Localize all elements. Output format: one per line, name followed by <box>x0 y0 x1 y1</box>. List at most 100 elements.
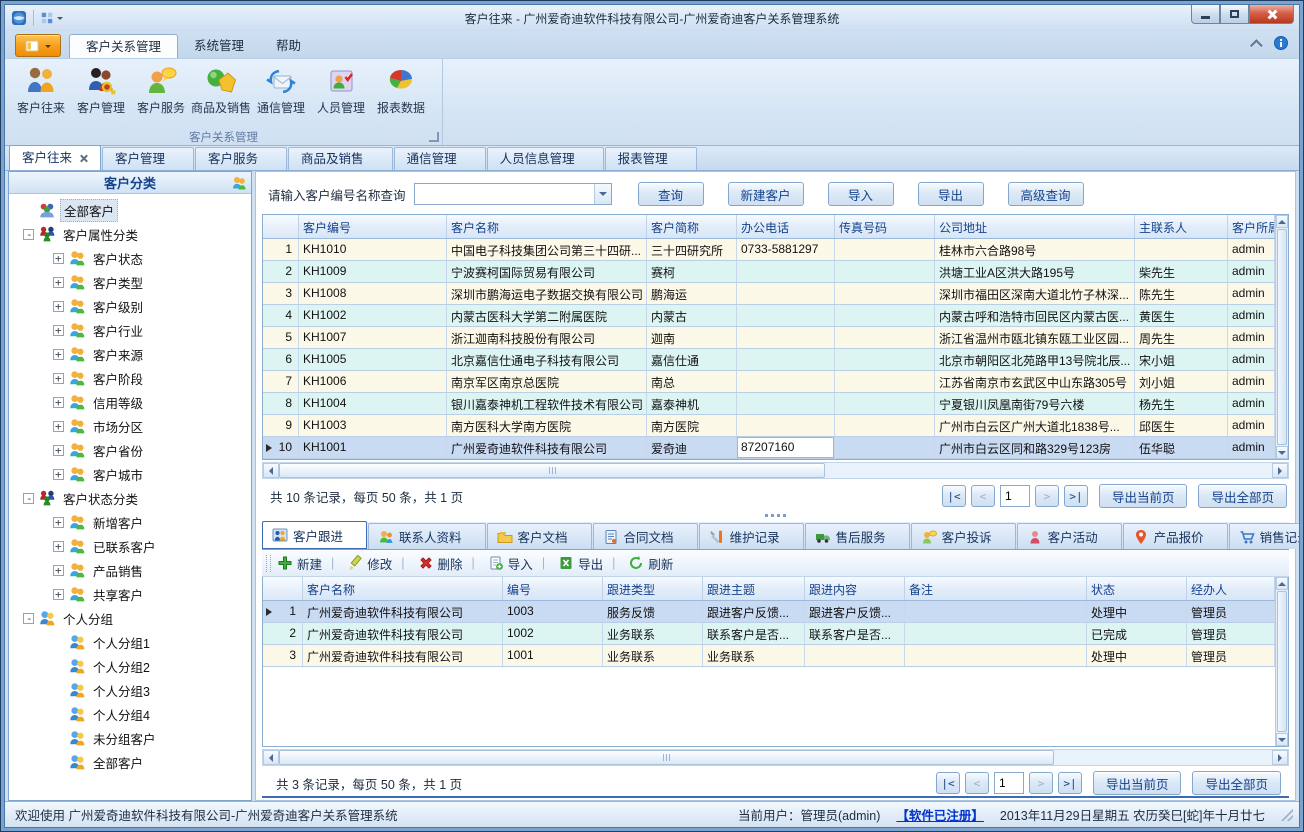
page-number-input[interactable] <box>1000 485 1030 507</box>
ribbon-button[interactable]: 客户服务 <box>131 62 191 119</box>
column-header[interactable]: 编号 <box>503 577 603 600</box>
table-cell[interactable]: 管理员 <box>1187 601 1275 622</box>
vertical-scrollbar[interactable] <box>1275 215 1288 459</box>
tree-expander-icon[interactable] <box>53 589 64 600</box>
detail-tab[interactable]: 客户文档 <box>487 523 592 549</box>
table-cell[interactable] <box>835 261 935 282</box>
table-cell[interactable] <box>835 349 935 370</box>
column-header[interactable]: 客户简称 <box>647 215 737 238</box>
scroll-left-icon[interactable] <box>263 750 279 765</box>
table-cell[interactable]: 联系客户是否... <box>805 623 905 644</box>
table-cell[interactable] <box>835 371 935 392</box>
column-header[interactable]: 跟进内容 <box>805 577 905 600</box>
scroll-right-icon[interactable] <box>1272 463 1288 478</box>
table-cell[interactable]: 桂林市六合路98号 <box>935 239 1135 260</box>
table-cell[interactable]: 广州爱奇迪软件科技有限公司 <box>303 645 503 666</box>
tree-expander-icon[interactable] <box>53 301 64 312</box>
collapse-ribbon-icon[interactable] <box>1250 39 1263 52</box>
table-cell[interactable] <box>905 623 1087 644</box>
table-row[interactable]: 6 KH1005北京嘉信仕通电子科技有限公司嘉信仕通北京市朝阳区北苑路甲13号院… <box>263 349 1275 371</box>
table-row[interactable]: 1 KH1010中国电子科技集团公司第三十四研...三十四研究所0733-588… <box>263 239 1275 261</box>
detail-tab[interactable]: 合同文档 <box>593 523 698 549</box>
tree-expander-icon[interactable] <box>53 541 64 552</box>
table-row[interactable]: 7 KH1006南京军区南京总医院南总江苏省南京市玄武区中山东路305号刘小姐a… <box>263 371 1275 393</box>
minimize-button[interactable] <box>1191 5 1220 24</box>
horizontal-scrollbar[interactable] <box>262 462 1289 479</box>
table-cell[interactable]: 跟进客户反馈... <box>703 601 805 622</box>
table-cell[interactable]: 南总 <box>647 371 737 392</box>
table-row[interactable]: 3 广州爱奇迪软件科技有限公司1001业务联系业务联系处理中管理员 <box>263 645 1275 667</box>
table-cell[interactable]: 中国电子科技集团公司第三十四研... <box>447 239 647 260</box>
table-cell[interactable] <box>835 437 935 458</box>
toolbar-button[interactable]: 导出 <box>533 554 603 573</box>
detail-tab[interactable]: 售后服务 <box>805 523 910 549</box>
table-cell[interactable] <box>835 283 935 304</box>
table-cell[interactable]: KH1005 <box>299 349 447 370</box>
table-cell[interactable]: admin <box>1228 415 1275 436</box>
table-cell[interactable]: 浙江迦南科技股份有限公司 <box>447 327 647 348</box>
scroll-up-icon[interactable] <box>1276 577 1288 590</box>
table-cell[interactable] <box>905 645 1087 666</box>
first-page-button[interactable]: |< <box>942 485 966 507</box>
table-cell[interactable] <box>835 305 935 326</box>
tree-item[interactable]: 全部客户 <box>9 198 251 222</box>
tree-item[interactable]: 已联系客户 <box>9 534 251 558</box>
table-row[interactable]: 8 KH1004银川嘉泰神机工程软件技术有限公司嘉泰神机宁夏银川凤凰南街79号六… <box>263 393 1275 415</box>
detail-tab[interactable]: 产品报价 <box>1123 523 1228 549</box>
tree-item[interactable]: 客户来源 <box>9 342 251 366</box>
table-cell[interactable]: 北京嘉信仕通电子科技有限公司 <box>447 349 647 370</box>
close-button[interactable] <box>1249 5 1294 24</box>
table-cell[interactable]: 1002 <box>503 623 603 644</box>
table-cell[interactable] <box>737 415 835 436</box>
registration-link[interactable]: 【软件已注册】 <box>896 805 984 824</box>
table-cell[interactable]: 深圳市鹏海运电子数据交换有限公司 <box>447 283 647 304</box>
tree-expander-icon[interactable] <box>23 493 34 504</box>
scroll-down-icon[interactable] <box>1276 446 1288 459</box>
table-cell[interactable] <box>835 415 935 436</box>
help-info-icon[interactable] <box>1273 35 1289 51</box>
tree-expander-icon[interactable] <box>53 517 64 528</box>
table-row[interactable]: 3 KH1008深圳市鹏海运电子数据交换有限公司鹏海运深圳市福田区深南大道北竹子… <box>263 283 1275 305</box>
table-cell[interactable]: 广州爱奇迪软件科技有限公司 <box>303 601 503 622</box>
prev-page-button[interactable]: < <box>971 485 995 507</box>
column-header[interactable]: 客户名称 <box>447 215 647 238</box>
table-cell[interactable] <box>835 393 935 414</box>
tree-item[interactable]: 个人分组2 <box>9 654 251 678</box>
column-header[interactable]: 主联系人 <box>1135 215 1228 238</box>
quick-access-icon[interactable] <box>40 11 54 25</box>
export-current-page-button[interactable]: 导出当前页 <box>1099 484 1188 508</box>
search-input[interactable] <box>415 184 594 204</box>
table-cell[interactable]: 广州市白云区同和路329号123房 <box>935 437 1135 458</box>
table-cell[interactable]: 广州爱奇迪软件科技有限公司 <box>447 437 647 458</box>
table-cell[interactable] <box>835 239 935 260</box>
table-cell[interactable]: 陈先生 <box>1135 283 1228 304</box>
scroll-down-icon[interactable] <box>1276 733 1288 746</box>
table-cell[interactable] <box>737 327 835 348</box>
table-cell[interactable]: 内蒙古医科大学第二附属医院 <box>447 305 647 326</box>
table-row[interactable]: 10 KH1001广州爱奇迪软件科技有限公司爱奇迪87207160广州市白云区同… <box>263 437 1275 459</box>
table-row[interactable]: 2 KH1009宁波赛柯国际贸易有限公司赛柯洪塘工业A区洪大路195号柴先生ad… <box>263 261 1275 283</box>
table-cell[interactable]: KH1008 <box>299 283 447 304</box>
document-tab[interactable]: 客户服务 <box>195 147 287 170</box>
table-cell[interactable]: 87207160 <box>737 437 835 458</box>
detail-tab[interactable]: 联系人资料 <box>368 523 486 549</box>
table-cell[interactable]: KH1004 <box>299 393 447 414</box>
table-cell[interactable]: admin <box>1228 305 1275 326</box>
maximize-button[interactable] <box>1220 5 1249 24</box>
tree-expander-icon[interactable] <box>23 229 34 240</box>
tree-item[interactable]: 个人分组 <box>9 606 251 630</box>
table-cell[interactable]: KH1010 <box>299 239 447 260</box>
document-tab[interactable]: 客户往来 <box>9 145 101 170</box>
document-tab[interactable]: 客户管理 <box>102 147 194 170</box>
tree-item[interactable]: 客户省份 <box>9 438 251 462</box>
action-button[interactable]: 查询 <box>638 182 704 206</box>
table-cell[interactable]: 刘小姐 <box>1135 371 1228 392</box>
tree-item[interactable]: 客户行业 <box>9 318 251 342</box>
tree-expander-icon[interactable] <box>53 397 64 408</box>
document-tab[interactable]: 人员信息管理 <box>487 147 604 170</box>
tree-item[interactable]: 共享客户 <box>9 582 251 606</box>
ribbon-button[interactable]: 客户往来 <box>11 62 71 119</box>
action-button[interactable]: 导出 <box>918 182 984 206</box>
table-cell[interactable]: 南方医院 <box>647 415 737 436</box>
column-header[interactable]: 跟进类型 <box>603 577 703 600</box>
